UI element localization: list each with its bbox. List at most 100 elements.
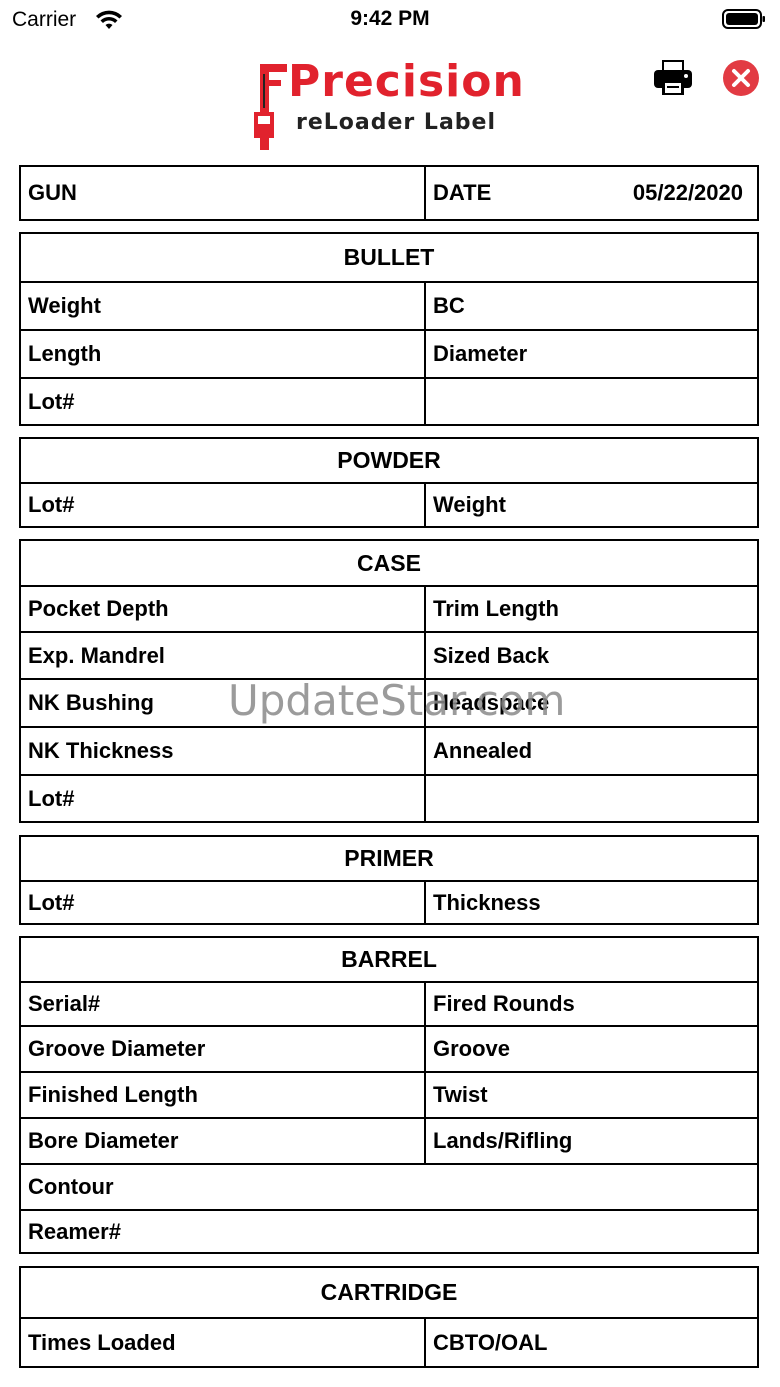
- app-logo: Precision reLoader Label: [250, 56, 530, 152]
- field-cell[interactable]: Diameter: [426, 331, 757, 377]
- table-row: Lot#: [21, 776, 757, 821]
- field-cell[interactable]: [426, 379, 757, 424]
- powder-section: POWDER Lot# Weight: [19, 437, 759, 528]
- cartridge-section: CARTRIDGE Times Loaded CBTO/OAL: [19, 1266, 759, 1368]
- field-cell[interactable]: Thickness: [426, 882, 757, 923]
- field-cell[interactable]: Headspace: [426, 680, 757, 726]
- section-title: CARTRIDGE: [21, 1268, 757, 1319]
- field-label: Fired Rounds: [433, 991, 575, 1016]
- status-bar: Carrier 9:42 PM: [0, 0, 780, 40]
- field-label: Lot#: [28, 492, 75, 517]
- gun-date-block: GUN DATE 05/22/2020: [19, 165, 759, 221]
- field-label: Lands/Rifling: [433, 1128, 573, 1153]
- primer-section: PRIMER Lot# Thickness: [19, 835, 759, 925]
- gun-date-row: GUN DATE 05/22/2020: [21, 167, 757, 219]
- field-cell[interactable]: Groove Diameter: [21, 1027, 426, 1071]
- section-title: BULLET: [21, 234, 757, 283]
- table-row: Lot#: [21, 379, 757, 424]
- date-field[interactable]: DATE 05/22/2020: [426, 167, 757, 219]
- field-cell[interactable]: Trim Length: [426, 587, 757, 631]
- field-cell[interactable]: Bore Diameter: [21, 1119, 426, 1163]
- table-row: Contour: [21, 1165, 757, 1211]
- field-label: Sized Back: [433, 642, 550, 668]
- barrel-section: BARREL Serial# Fired Rounds Groove Diame…: [19, 936, 759, 1254]
- field-cell[interactable]: Lot#: [21, 882, 426, 923]
- field-cell[interactable]: Reamer#: [21, 1211, 757, 1252]
- field-cell[interactable]: NK Thickness: [21, 728, 426, 774]
- section-title: POWDER: [21, 439, 757, 484]
- field-cell[interactable]: Groove: [426, 1027, 757, 1071]
- field-cell[interactable]: Fired Rounds: [426, 983, 757, 1025]
- field-label: Bore Diameter: [28, 1128, 179, 1153]
- table-row: Groove Diameter Groove: [21, 1027, 757, 1073]
- field-label: BC: [433, 293, 465, 318]
- field-cell[interactable]: Times Loaded: [21, 1319, 426, 1366]
- field-label: Finished Length: [28, 1082, 198, 1107]
- table-row: Pocket Depth Trim Length: [21, 587, 757, 633]
- field-cell[interactable]: Twist: [426, 1073, 757, 1117]
- field-label: Lot#: [28, 388, 75, 414]
- field-cell[interactable]: [426, 776, 757, 821]
- field-cell[interactable]: Length: [21, 331, 426, 377]
- print-button[interactable]: [652, 58, 694, 98]
- field-cell[interactable]: Finished Length: [21, 1073, 426, 1117]
- field-label: Annealed: [433, 738, 533, 763]
- field-label: Reamer#: [28, 1218, 121, 1244]
- field-label: Pocket Depth: [28, 596, 169, 621]
- table-row: Finished Length Twist: [21, 1073, 757, 1119]
- section-title: BARREL: [21, 938, 757, 983]
- field-label: NK Thickness: [28, 738, 174, 763]
- logo-subtitle: reLoader Label: [296, 110, 497, 135]
- battery-icon: [722, 9, 765, 29]
- field-cell[interactable]: BC: [426, 283, 757, 329]
- field-label: Groove: [433, 1036, 511, 1061]
- field-label: CBTO/OAL: [433, 1329, 548, 1355]
- field-cell[interactable]: Exp. Mandrel: [21, 633, 426, 678]
- date-label: DATE: [433, 180, 492, 205]
- table-row: Reamer#: [21, 1211, 757, 1252]
- field-label: Trim Length: [433, 596, 559, 621]
- logo-title: Precision: [288, 56, 525, 107]
- field-cell[interactable]: Weight: [21, 283, 426, 329]
- table-row: Lot# Thickness: [21, 882, 757, 923]
- field-cell[interactable]: NK Bushing: [21, 680, 426, 726]
- field-label: Exp. Mandrel: [28, 642, 165, 668]
- field-cell[interactable]: Pocket Depth: [21, 587, 426, 631]
- field-label: Thickness: [433, 889, 541, 915]
- gun-label: GUN: [28, 180, 77, 205]
- clock: 9:42 PM: [350, 7, 430, 30]
- table-row: NK Thickness Annealed: [21, 728, 757, 776]
- field-cell[interactable]: Sized Back: [426, 633, 757, 678]
- table-row: NK Bushing Headspace: [21, 680, 757, 728]
- field-label: Twist: [433, 1082, 488, 1107]
- field-cell[interactable]: Lot#: [21, 484, 426, 526]
- table-row: Times Loaded CBTO/OAL: [21, 1319, 757, 1366]
- field-cell[interactable]: Lot#: [21, 379, 426, 424]
- field-cell[interactable]: Weight: [426, 484, 757, 526]
- caliper-icon: [254, 64, 287, 150]
- table-row: Lot# Weight: [21, 484, 757, 526]
- table-row: Length Diameter: [21, 331, 757, 379]
- field-cell[interactable]: Lot#: [21, 776, 426, 821]
- close-icon: [732, 69, 750, 87]
- field-cell[interactable]: CBTO/OAL: [426, 1319, 757, 1366]
- table-row: Serial# Fired Rounds: [21, 983, 757, 1027]
- gun-field[interactable]: GUN: [21, 167, 426, 219]
- date-value: 05/22/2020: [632, 180, 743, 205]
- field-label: Groove Diameter: [28, 1036, 206, 1061]
- field-cell[interactable]: Lands/Rifling: [426, 1119, 757, 1163]
- field-cell[interactable]: Serial#: [21, 983, 426, 1025]
- field-cell[interactable]: Contour: [21, 1165, 757, 1209]
- section-title: CASE: [21, 541, 757, 587]
- printer-icon: [654, 60, 692, 95]
- field-label: Diameter: [433, 341, 528, 366]
- table-row: Weight BC: [21, 283, 757, 331]
- field-label: Serial#: [28, 991, 101, 1016]
- field-cell[interactable]: Annealed: [426, 728, 757, 774]
- table-row: Bore Diameter Lands/Rifling: [21, 1119, 757, 1165]
- bullet-section: BULLET Weight BC Length Diameter Lot#: [19, 232, 759, 426]
- field-label: Headspace: [433, 690, 550, 715]
- field-label: Length: [28, 341, 102, 366]
- section-title: PRIMER: [21, 837, 757, 882]
- close-button[interactable]: [723, 60, 759, 96]
